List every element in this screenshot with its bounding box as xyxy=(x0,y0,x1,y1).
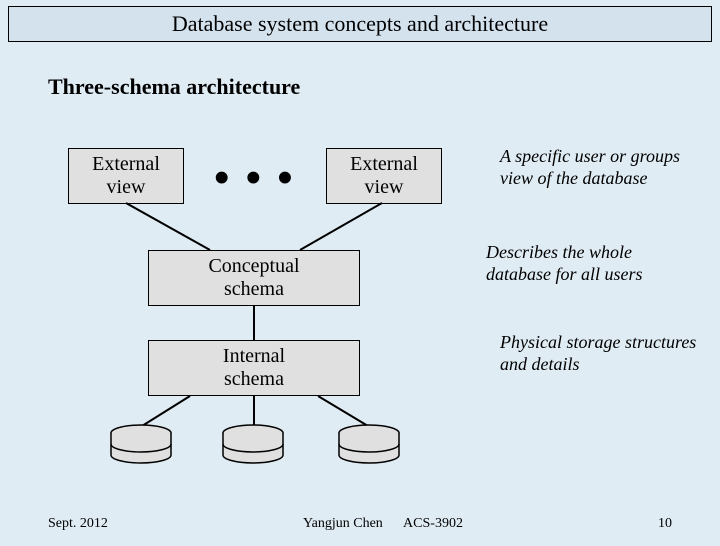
footer-page-number: 10 xyxy=(658,516,672,532)
conceptual-schema-box: Conceptualschema xyxy=(148,250,360,306)
database-cylinder-icon xyxy=(108,424,174,464)
footer-course: ACS-3902 xyxy=(403,516,463,531)
footer-author: Yangjun Chen xyxy=(303,516,383,531)
footer-date: Sept. 2012 xyxy=(48,516,108,532)
external-description: A specific user or groups view of the da… xyxy=(500,146,710,189)
conceptual-description: Describes the whole database for all use… xyxy=(486,242,696,285)
internal-schema-box: Internalschema xyxy=(148,340,360,396)
ellipsis-icon: • • • xyxy=(214,156,295,200)
external-view-box-2: Externalview xyxy=(326,148,442,204)
section-heading: Three-schema architecture xyxy=(48,74,300,100)
external-view-box-1: Externalview xyxy=(68,148,184,204)
slide-footer: Sept. 2012 Yangjun Chen ACS-3902 10 xyxy=(0,516,720,532)
internal-description: Physical storage structures and details xyxy=(500,332,710,375)
database-cylinder-icon xyxy=(336,424,402,464)
database-cylinder-icon xyxy=(220,424,286,464)
page-title: Database system concepts and architectur… xyxy=(8,6,712,42)
